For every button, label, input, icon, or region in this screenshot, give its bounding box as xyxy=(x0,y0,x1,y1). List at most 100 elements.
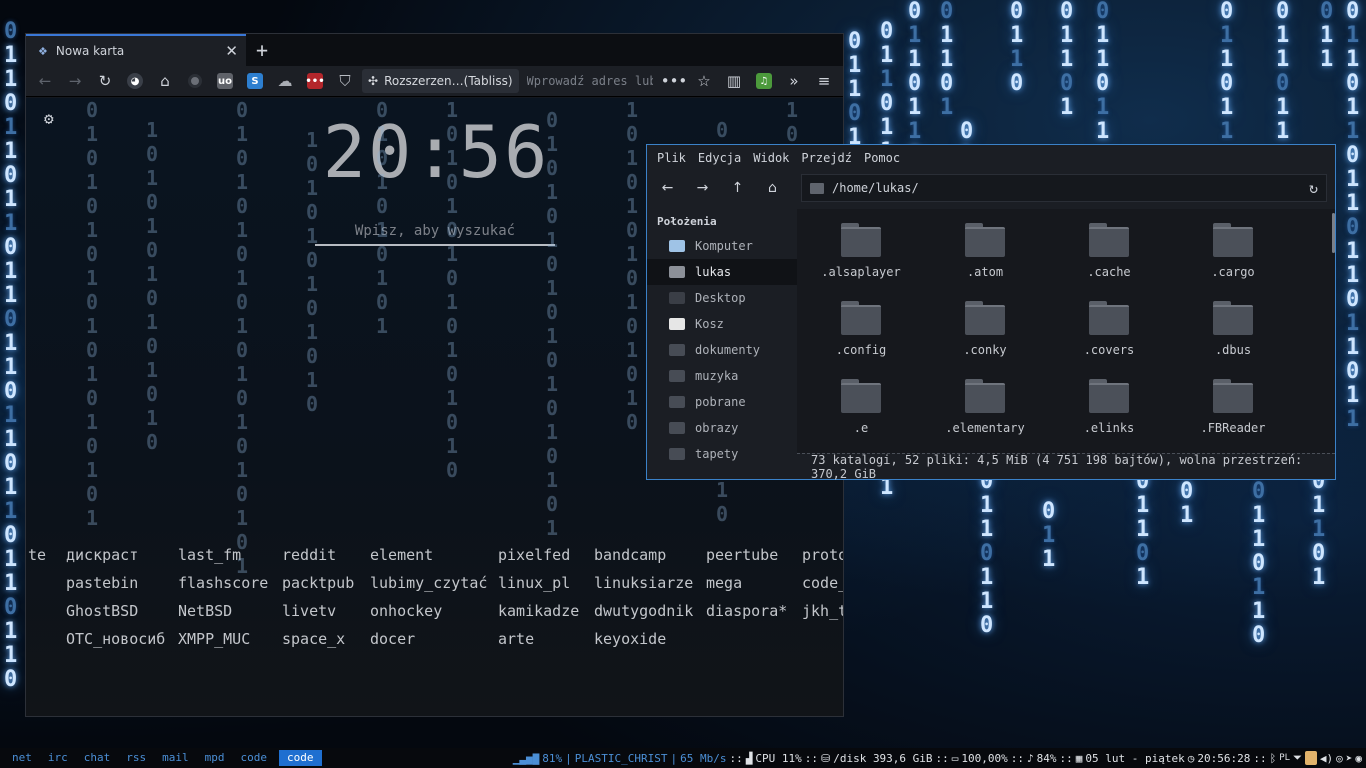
shield-icon[interactable]: ⛉ xyxy=(332,69,358,93)
quick-link[interactable]: space_x xyxy=(282,630,345,648)
back-button[interactable]: ← xyxy=(32,69,58,93)
file-item[interactable]: .dbus xyxy=(1173,301,1293,357)
home-button[interactable]: ⌂ xyxy=(152,69,178,93)
new-tab-button[interactable]: + xyxy=(246,34,278,66)
quick-link[interactable]: keyoxide xyxy=(594,630,666,648)
menu-widok[interactable]: Widok xyxy=(747,151,795,165)
bookmark-star-icon[interactable]: ☆ xyxy=(691,69,717,93)
clipboard-icon[interactable] xyxy=(1304,751,1317,765)
network-icon[interactable]: ⏷ xyxy=(1293,751,1302,765)
quick-link[interactable]: element xyxy=(370,546,433,564)
chat-icon[interactable]: ◎ xyxy=(1336,752,1343,765)
quick-link[interactable]: kamikadze xyxy=(498,602,579,620)
quick-link[interactable]: GhostBSD xyxy=(66,602,138,620)
quick-link[interactable]: proto xyxy=(802,546,843,564)
workspace-mpd[interactable]: mpd xyxy=(197,750,233,766)
sidebar-item-pobrane[interactable]: pobrane xyxy=(647,389,797,415)
quick-link[interactable]: onhockey xyxy=(370,602,442,620)
extension-avatar-icon[interactable]: ◕ xyxy=(122,69,148,93)
quick-link[interactable]: diaspora* xyxy=(706,602,787,620)
quick-link[interactable]: peertube xyxy=(706,546,778,564)
messenger-icon[interactable]: ◉ xyxy=(1355,752,1362,765)
telegram-icon[interactable]: ➤ xyxy=(1346,752,1353,765)
menu-pomoc[interactable]: Pomoc xyxy=(858,151,906,165)
quick-link[interactable]: OTC_новосиб xyxy=(66,630,165,648)
sidebar-item-muzyka[interactable]: muzyka xyxy=(647,363,797,389)
file-item[interactable]: .cache xyxy=(1049,223,1169,279)
stylus-extension-icon[interactable]: S xyxy=(242,69,268,93)
cloud-extension-icon[interactable]: ☁ xyxy=(272,69,298,93)
reload-button[interactable]: ↻ xyxy=(92,69,118,93)
music-extension-icon[interactable]: ♫ xyxy=(751,69,777,93)
file-item[interactable]: .e xyxy=(801,379,921,435)
sidebar-item-lukas[interactable]: lukas xyxy=(647,259,797,285)
back-button[interactable]: ← xyxy=(651,175,684,201)
forward-button[interactable]: → xyxy=(62,69,88,93)
quick-link[interactable]: reddit xyxy=(282,546,336,564)
file-item[interactable]: .conky xyxy=(925,301,1045,357)
sidebar-item-obrazy[interactable]: obrazy xyxy=(647,415,797,441)
search-input[interactable] xyxy=(315,223,555,239)
menu-plik[interactable]: Plik xyxy=(651,151,692,165)
quick-link[interactable]: mega xyxy=(706,574,742,592)
quick-link[interactable]: te xyxy=(28,546,46,564)
file-item[interactable]: .alsaplayer xyxy=(801,223,921,279)
file-item[interactable]: .config xyxy=(801,301,921,357)
menu-przejdz[interactable]: Przejdź xyxy=(795,151,858,165)
quick-link[interactable]: dwutygodnik xyxy=(594,602,693,620)
file-item[interactable]: .covers xyxy=(1049,301,1169,357)
reading-list-icon[interactable]: ▥ xyxy=(721,69,747,93)
circle-extension-icon[interactable] xyxy=(182,69,208,93)
quick-link[interactable]: дискраст xyxy=(66,546,138,564)
quick-link[interactable]: livetv xyxy=(282,602,336,620)
file-item[interactable]: .cargo xyxy=(1173,223,1293,279)
reload-icon[interactable]: ↻ xyxy=(1309,179,1318,197)
close-tab-icon[interactable]: ✕ xyxy=(225,42,238,60)
workspace-rss[interactable]: rss xyxy=(118,750,154,766)
lastpass-icon[interactable]: ••• xyxy=(302,69,328,93)
quick-link[interactable]: bandcamp xyxy=(594,546,666,564)
quick-link[interactable]: pastebin xyxy=(66,574,138,592)
speaker-icon[interactable]: ◀) xyxy=(1320,752,1333,765)
quick-link[interactable]: last_fm xyxy=(178,546,241,564)
page-actions-button[interactable]: ••• xyxy=(661,69,688,93)
quick-link[interactable]: pixelfed xyxy=(498,546,570,564)
menu-edycja[interactable]: Edycja xyxy=(692,151,747,165)
file-item[interactable]: .FBReader xyxy=(1173,379,1293,435)
workspace-chat[interactable]: chat xyxy=(76,750,119,766)
bluetooth-icon[interactable]: ᛒ xyxy=(1270,752,1277,765)
sidebar-item-komputer[interactable]: Komputer xyxy=(647,233,797,259)
sidebar-item-tapety[interactable]: tapety xyxy=(647,441,797,467)
workspace-irc[interactable]: irc xyxy=(40,750,76,766)
forward-button[interactable]: → xyxy=(686,175,719,201)
quick-link[interactable]: arte xyxy=(498,630,534,648)
sidebar-item-dokumenty[interactable]: dokumenty xyxy=(647,337,797,363)
path-bar[interactable]: /home/lukas/ ↻ xyxy=(801,174,1327,202)
workspace-mail[interactable]: mail xyxy=(154,750,197,766)
file-item[interactable]: .elinks xyxy=(1049,379,1169,435)
file-item[interactable]: .atom xyxy=(925,223,1045,279)
quick-link[interactable]: docer xyxy=(370,630,415,648)
scrollbar[interactable] xyxy=(1332,213,1335,253)
hamburger-menu-button[interactable]: ≡ xyxy=(811,69,837,93)
home-button[interactable]: ⌂ xyxy=(756,175,789,201)
quick-link[interactable]: linuksiarze xyxy=(594,574,693,592)
workspace-net[interactable]: net xyxy=(4,750,40,766)
tab-new-tab[interactable]: ❖ Nowa karta ✕ xyxy=(26,34,246,66)
overflow-menu-button[interactable]: » xyxy=(781,69,807,93)
ublock-icon[interactable]: uo xyxy=(212,69,238,93)
quick-link[interactable]: jkh_t xyxy=(802,602,843,620)
workspace-code[interactable]: code xyxy=(233,750,276,766)
workspace-code[interactable]: code xyxy=(279,750,322,766)
quick-link[interactable]: packtpub xyxy=(282,574,354,592)
quick-link[interactable]: flashscore xyxy=(178,574,268,592)
settings-gear-icon[interactable]: ⚙ xyxy=(44,109,54,128)
sidebar-item-kosz[interactable]: Kosz xyxy=(647,311,797,337)
quick-link[interactable]: NetBSD xyxy=(178,602,232,620)
up-button[interactable]: ↑ xyxy=(721,175,754,201)
quick-link[interactable]: lubimy_czytać xyxy=(370,574,487,592)
sidebar-item-desktop[interactable]: Desktop xyxy=(647,285,797,311)
url-input[interactable] xyxy=(522,69,657,93)
keyboard-layout[interactable]: PL xyxy=(1279,753,1290,763)
quick-link[interactable]: code_ xyxy=(802,574,843,592)
